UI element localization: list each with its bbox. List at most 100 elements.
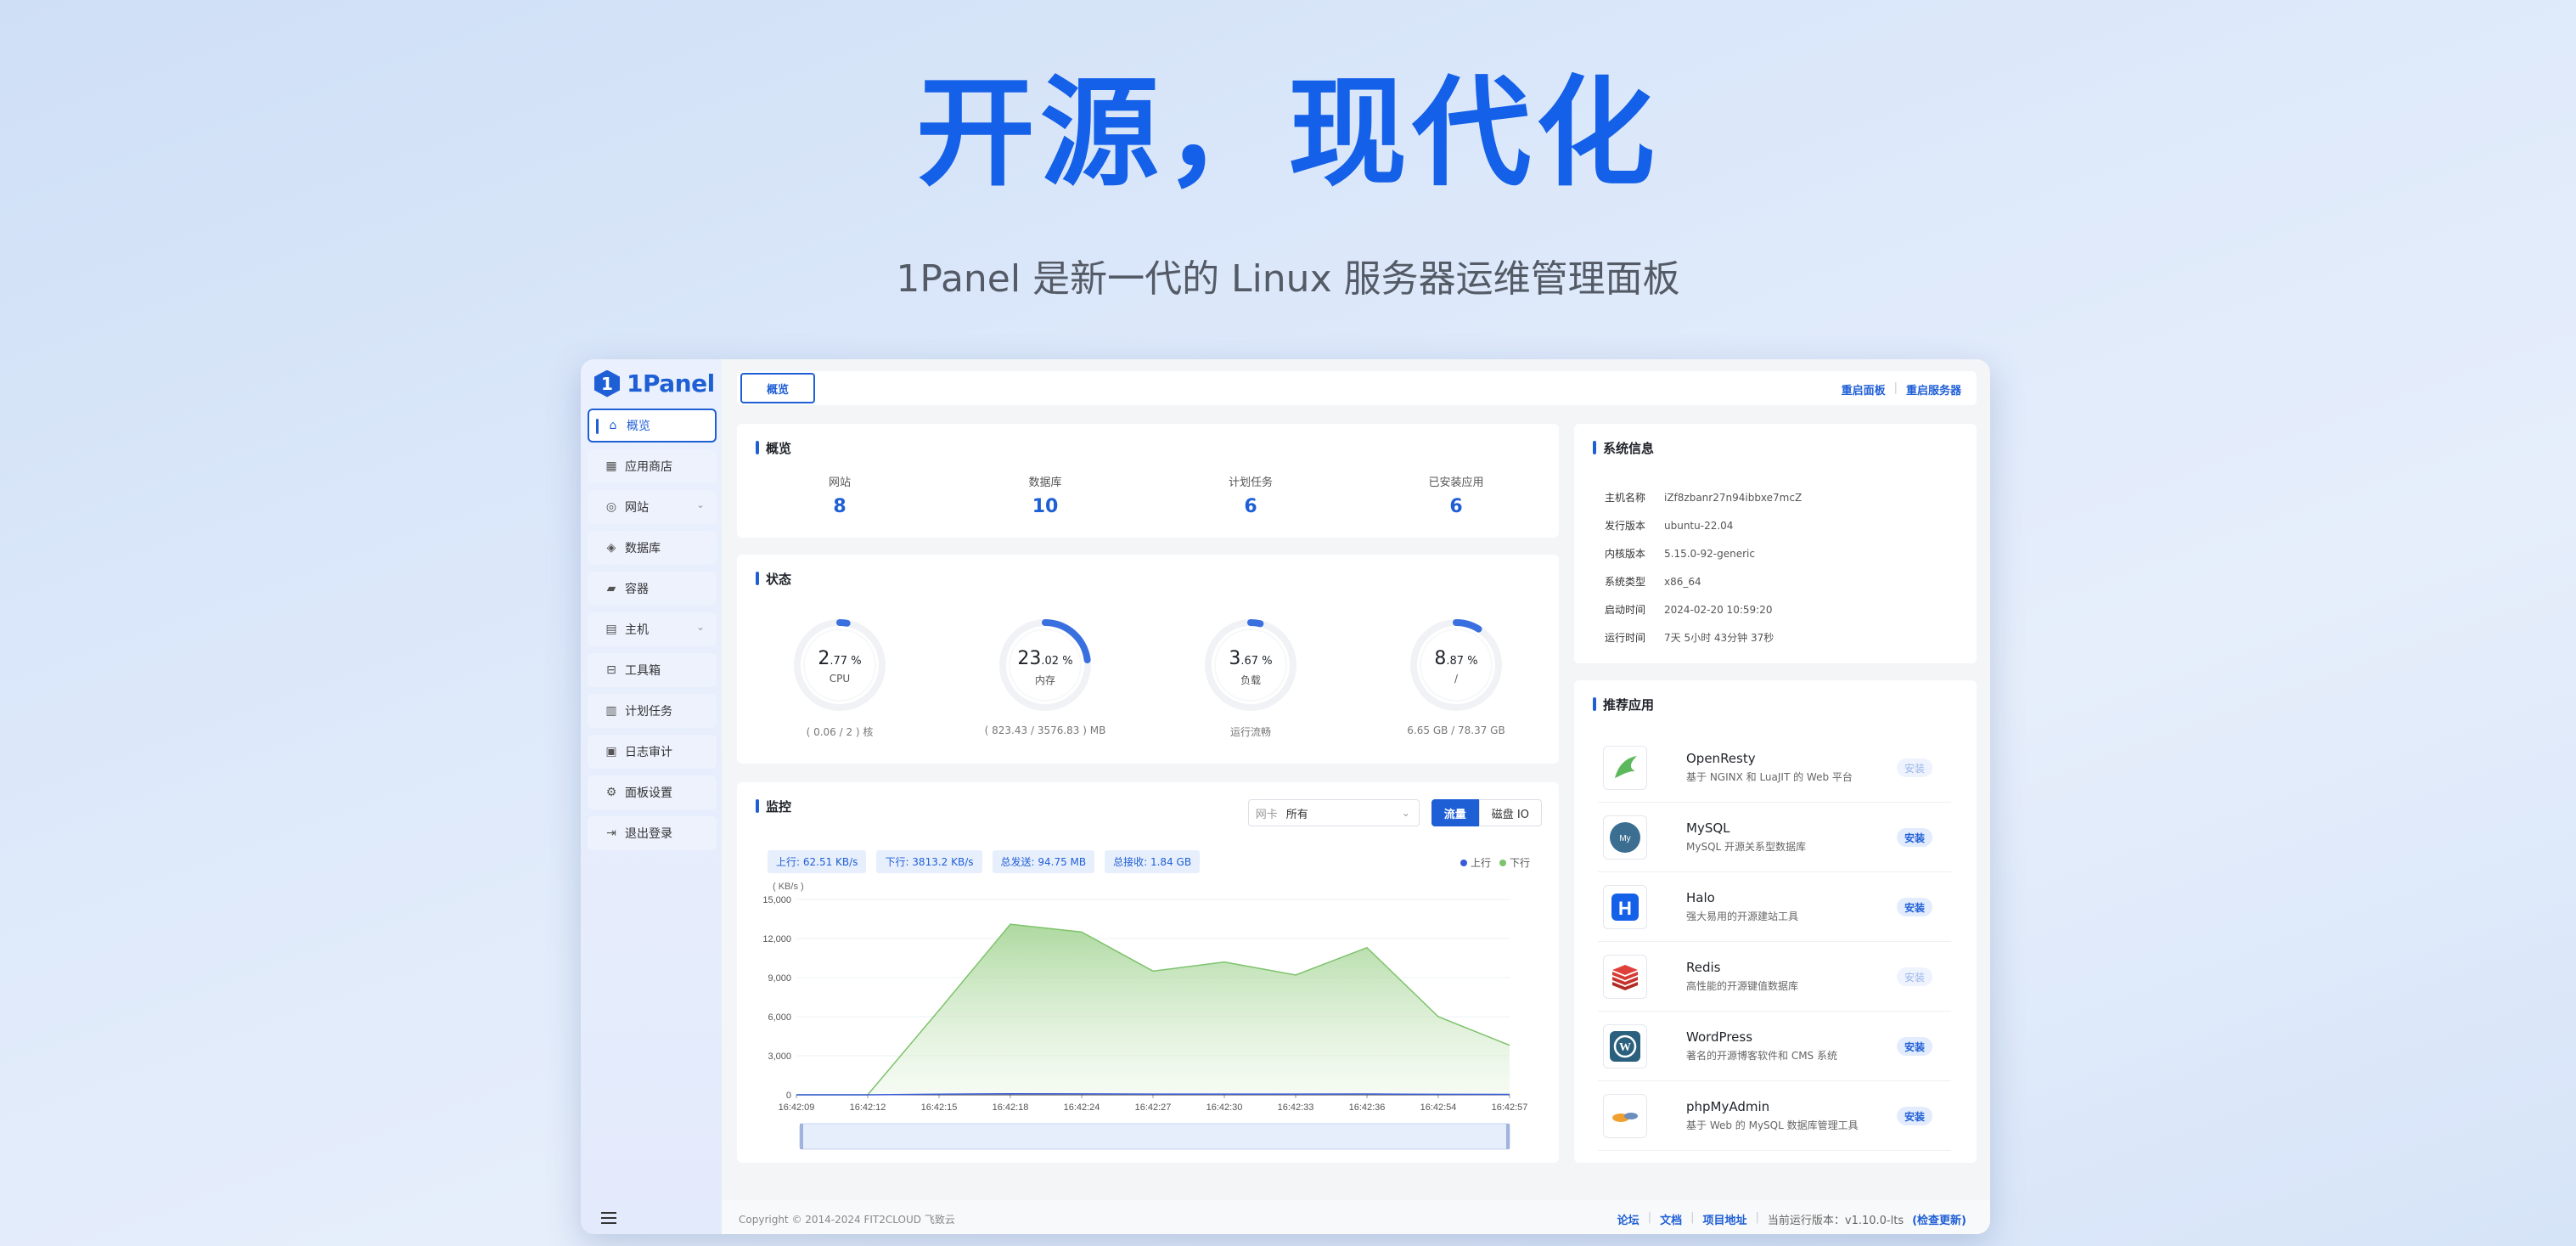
status-gauge: 8.87 % / 6.65 GB / 78.37 GB	[1353, 614, 1559, 739]
app-name: OpenResty	[1686, 751, 1756, 766]
app-list-item[interactable]: OpenResty 基于 NGINX 和 LuaJIT 的 Web 平台 安装	[1598, 733, 1951, 803]
overview-stat[interactable]: 已安装应用 6	[1353, 473, 1559, 517]
cron-icon: ▥	[605, 704, 617, 718]
legend-up[interactable]: 上行	[1460, 855, 1491, 870]
app-description: 基于 NGINX 和 LuaJIT 的 Web 平台	[1686, 771, 1853, 783]
database-icon: ◈	[606, 541, 616, 555]
x-tick-label: 16:42:54	[1420, 1102, 1457, 1113]
copyright: Copyright © 2014-2024 FIT2CLOUD 飞致云	[739, 1214, 955, 1226]
overview-stat[interactable]: 数据库 10	[942, 473, 1148, 517]
disk-io-button[interactable]: 磁盘 IO	[1478, 799, 1542, 826]
sysinfo-key: 发行版本	[1605, 520, 1646, 532]
gauge-decimal: .77 %	[830, 655, 862, 668]
overview-stat-label: 计划任务	[1228, 476, 1273, 489]
docs-link[interactable]: 文档	[1660, 1211, 1682, 1227]
restart-server-link[interactable]: 重启服务器	[1906, 381, 1961, 397]
x-tick-label: 16:42:30	[1206, 1102, 1243, 1113]
legend-down[interactable]: 下行	[1499, 855, 1530, 870]
tab-overview[interactable]: 概览	[740, 373, 815, 403]
x-tick-label: 16:42:36	[1349, 1102, 1386, 1113]
x-tick-label: 16:42:57	[1492, 1102, 1528, 1113]
sidebar-item-1[interactable]: ▦ 应用商店	[588, 449, 717, 483]
overview-stat-value: 6	[1449, 496, 1463, 517]
forum-link[interactable]: 论坛	[1617, 1211, 1640, 1227]
check-update-link[interactable]: (检查更新)	[1912, 1211, 1966, 1227]
mysql-icon: My	[1603, 815, 1647, 860]
logo-text: 1Panel	[627, 369, 715, 397]
traffic-button[interactable]: 流量	[1431, 799, 1479, 826]
app-list-item[interactable]: H Halo 强大易用的开源建站工具 安装	[1598, 872, 1951, 942]
app-list-item[interactable]: W WordPress 著名的开源博客软件和 CMS 系统 安装	[1598, 1012, 1951, 1081]
app-description: MySQL 开源关系型数据库	[1686, 841, 1807, 853]
app-list-item[interactable]: Redis 高性能的开源键值数据库 安装	[1598, 942, 1951, 1012]
sidebar-item-8[interactable]: ▣ 日志审计	[588, 735, 717, 769]
chevron-down-icon: ⌄	[695, 621, 705, 633]
logo[interactable]: 1 1Panel	[594, 369, 715, 397]
restart-panel-link[interactable]: 重启面板	[1842, 381, 1886, 397]
zoom-handle-left[interactable]	[800, 1124, 803, 1149]
traffic-stat-pill: 上行: 62.51 KB/s	[768, 850, 867, 873]
project-link[interactable]: 项目地址	[1702, 1211, 1746, 1227]
sidebar: 1 1Panel ⌂ 概览 ▦ 应用商店 ◎ 网站 ⌄ ◈ 数据库 ▰ 容器 ▤ 主机 ⌄ ⊟ 工具箱 ▥ 计划任…	[581, 359, 722, 1234]
wordpress-icon: W	[1603, 1023, 1647, 1068]
app-name: MySQL	[1686, 820, 1730, 836]
app-description: 强大易用的开源建站工具	[1686, 911, 1799, 922]
sidebar-item-10[interactable]: ⇥ 退出登录	[588, 816, 717, 850]
gauge-ring: 3.67 % 负载	[1200, 614, 1302, 716]
install-button[interactable]: 安装	[1897, 1107, 1932, 1125]
sidebar-item-9[interactable]: ⚙ 面板设置	[588, 775, 717, 809]
sidebar-item-label: 应用商店	[625, 460, 672, 474]
app-list-item[interactable]: My MySQL MySQL 开源关系型数据库 安装	[1598, 803, 1951, 872]
overview-stat[interactable]: 计划任务 6	[1148, 473, 1353, 517]
gauge-value: 2	[818, 648, 830, 669]
gauge-ring: 2.77 % CPU	[789, 614, 891, 716]
logo-mark-icon: 1	[594, 369, 620, 397]
sidebar-item-0[interactable]: ⌂ 概览	[588, 409, 717, 443]
overview-stat-value: 10	[1032, 496, 1059, 517]
sidebar-item-5[interactable]: ▤ 主机 ⌄	[588, 612, 717, 646]
zoom-handle-right[interactable]	[1506, 1124, 1510, 1149]
sidebar-item-3[interactable]: ◈ 数据库	[588, 531, 717, 565]
hero-title: 开源，现代化	[915, 65, 1660, 203]
netcard-value: 所有	[1285, 808, 1308, 821]
gauge-value: 23	[1017, 648, 1042, 669]
install-button[interactable]: 安装	[1897, 898, 1932, 916]
sysinfo-row: 运行时间 7天 5小时 43分钟 37秒	[1605, 623, 1802, 651]
install-button[interactable]: 安装	[1897, 1037, 1932, 1056]
y-axis-label: ( KB/s )	[773, 882, 804, 892]
install-button[interactable]: 安装	[1897, 758, 1932, 777]
gauge-label: CPU	[829, 673, 851, 685]
svg-text:W: W	[1619, 1041, 1631, 1054]
x-tick-label: 16:42:12	[850, 1102, 886, 1113]
y-tick-label: 12,000	[762, 934, 791, 944]
overview-stat[interactable]: 网站 8	[737, 473, 942, 517]
install-button[interactable]: 安装	[1897, 967, 1932, 986]
sysinfo-value: x86_64	[1664, 575, 1701, 588]
home-icon: ⌂	[609, 419, 617, 432]
x-tick-label: 16:42:24	[1064, 1102, 1100, 1113]
recommend-card: 推荐应用 OpenResty 基于 NGINX 和 LuaJIT 的 Web 平…	[1574, 680, 1977, 1163]
status-title: 状态	[756, 570, 791, 588]
sidebar-item-4[interactable]: ▰ 容器	[588, 572, 717, 606]
sidebar-item-6[interactable]: ⊟ 工具箱	[588, 653, 717, 687]
install-button[interactable]: 安装	[1897, 828, 1932, 847]
sidebar-item-label: 网站	[625, 501, 649, 515]
sidebar-item-2[interactable]: ◎ 网站 ⌄	[588, 490, 717, 524]
sidebar-item-label: 概览	[627, 420, 650, 433]
menu-collapse-icon[interactable]	[601, 1212, 616, 1226]
panel-window: 1 1Panel ⌂ 概览 ▦ 应用商店 ◎ 网站 ⌄ ◈ 数据库 ▰ 容器 ▤ 主机 ⌄ ⊟ 工具箱 ▥ 计划任…	[581, 359, 1990, 1234]
logout-icon: ⇥	[606, 826, 616, 840]
apps-icon: ▦	[605, 459, 617, 473]
sidebar-item-7[interactable]: ▥ 计划任务	[588, 694, 717, 728]
app-list-item[interactable]: phpMyAdmin 基于 Web 的 MySQL 数据库管理工具 安装	[1598, 1081, 1951, 1151]
gauge-footnote: 运行流畅	[1229, 726, 1271, 738]
sysinfo-key: 内核版本	[1605, 548, 1646, 560]
x-tick-label: 16:42:18	[993, 1102, 1029, 1113]
sysinfo-key: 主机名称	[1605, 492, 1646, 504]
overview-stat-label: 已安装应用	[1428, 476, 1484, 489]
netcard-select[interactable]: 网卡 所有 ⌄	[1247, 799, 1420, 826]
x-tick-label: 16:42:33	[1278, 1102, 1314, 1113]
sysinfo-row: 发行版本 ubuntu-22.04	[1605, 511, 1802, 539]
svg-text:H: H	[1618, 898, 1632, 919]
data-zoom-slider[interactable]	[799, 1123, 1510, 1150]
